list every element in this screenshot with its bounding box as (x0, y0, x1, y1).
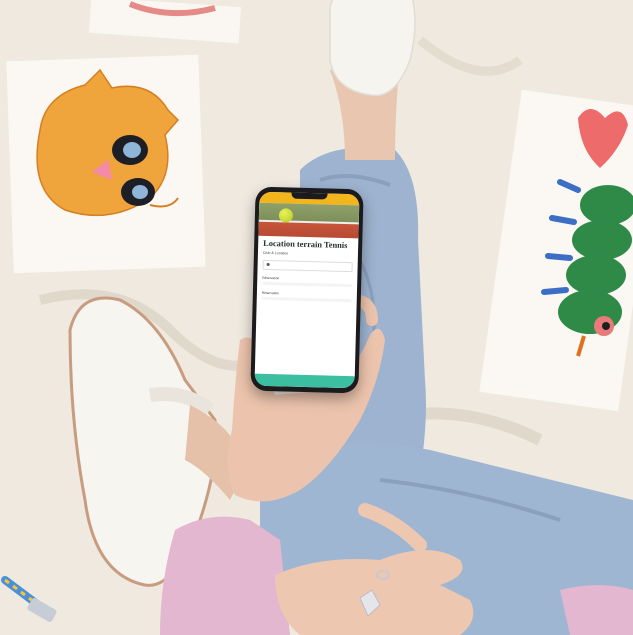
location-field[interactable] (262, 259, 353, 272)
app-content: Location terrain Tennis Club & Location … (257, 236, 359, 306)
location-pin-icon (266, 263, 270, 267)
slot-row[interactable] (265, 298, 349, 300)
cat-drawing (6, 54, 206, 274)
phone-screen: Location terrain Tennis Club & Location … (254, 191, 360, 389)
page-title: Location terrain Tennis (263, 238, 348, 251)
tennis-net (258, 219, 359, 225)
tennis-hero-image (258, 202, 360, 239)
pink-sleeve (160, 516, 290, 635)
slot-group-list (262, 281, 353, 287)
slot-row[interactable] (265, 283, 349, 285)
page-subtitle: Club & Location (262, 250, 289, 256)
book-button[interactable] (254, 373, 355, 389)
slot-group-title: Réservation (262, 275, 280, 281)
smartphone: Location terrain Tennis Club & Location … (250, 186, 364, 394)
slot-group-title: Réservation (261, 290, 279, 296)
photo-scene: Location terrain Tennis Club & Location … (0, 0, 633, 635)
phone-notch (291, 192, 328, 200)
slot-row[interactable] (265, 283, 349, 285)
slot-group-list (261, 296, 352, 302)
